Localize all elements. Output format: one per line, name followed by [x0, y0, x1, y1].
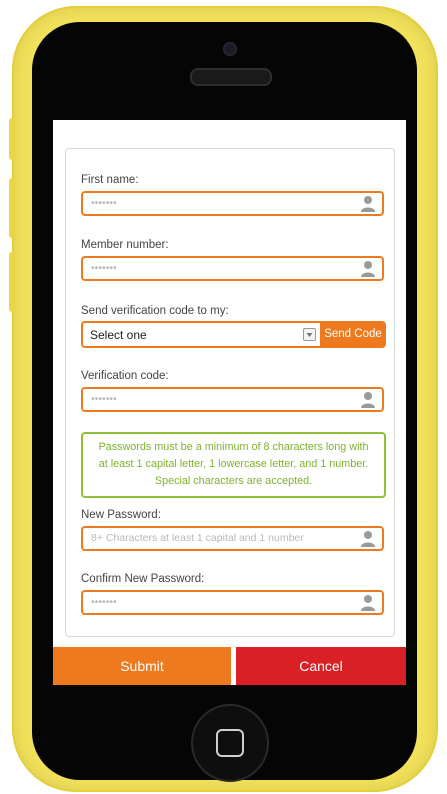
confirm-password-label: Confirm New Password:: [81, 573, 205, 585]
send-code-row: Select one Send Code: [81, 321, 386, 348]
new-password-placeholder: 8+ Characters at least 1 capital and 1 n…: [91, 532, 304, 544]
cancel-button[interactable]: Cancel: [236, 647, 406, 685]
send-code-label: Send verification code to my:: [81, 305, 229, 317]
home-square-icon: [216, 729, 244, 757]
first-name-placeholder: •••••••: [91, 197, 117, 209]
confirm-password-placeholder: •••••••: [91, 596, 117, 608]
user-icon: [361, 261, 375, 277]
send-code-selected: Select one: [90, 328, 147, 342]
user-icon: [361, 196, 375, 212]
mute-switch: [9, 118, 15, 160]
member-number-field[interactable]: •••••••: [81, 256, 384, 281]
screen: First name: ••••••• Member number: •••••…: [53, 120, 406, 685]
confirm-password-field[interactable]: •••••••: [81, 590, 384, 615]
volume-up-button: [9, 178, 15, 238]
first-name-field[interactable]: •••••••: [81, 191, 384, 216]
chevron-down-icon[interactable]: [303, 328, 316, 341]
reset-password-form: First name: ••••••• Member number: •••••…: [65, 148, 395, 637]
volume-down-button: [9, 252, 15, 312]
member-number-placeholder: •••••••: [91, 262, 117, 274]
home-button[interactable]: [191, 704, 269, 782]
new-password-label: New Password:: [81, 509, 161, 521]
verification-code-field[interactable]: •••••••: [81, 387, 384, 412]
verification-code-label: Verification code:: [81, 370, 169, 382]
send-code-button[interactable]: Send Code: [320, 321, 386, 348]
user-icon: [361, 392, 375, 408]
new-password-field[interactable]: 8+ Characters at least 1 capital and 1 n…: [81, 526, 384, 551]
user-icon: [361, 531, 375, 547]
earpiece-speaker: [190, 68, 272, 86]
member-number-label: Member number:: [81, 239, 169, 251]
user-icon: [361, 595, 375, 611]
front-camera: [223, 42, 237, 56]
submit-button[interactable]: Submit: [53, 647, 231, 685]
password-requirements-notice: Passwords must be a minimum of 8 charact…: [81, 432, 386, 498]
first-name-label: First name:: [81, 174, 139, 186]
send-code-select[interactable]: Select one: [81, 321, 320, 348]
verification-code-placeholder: •••••••: [91, 393, 117, 405]
